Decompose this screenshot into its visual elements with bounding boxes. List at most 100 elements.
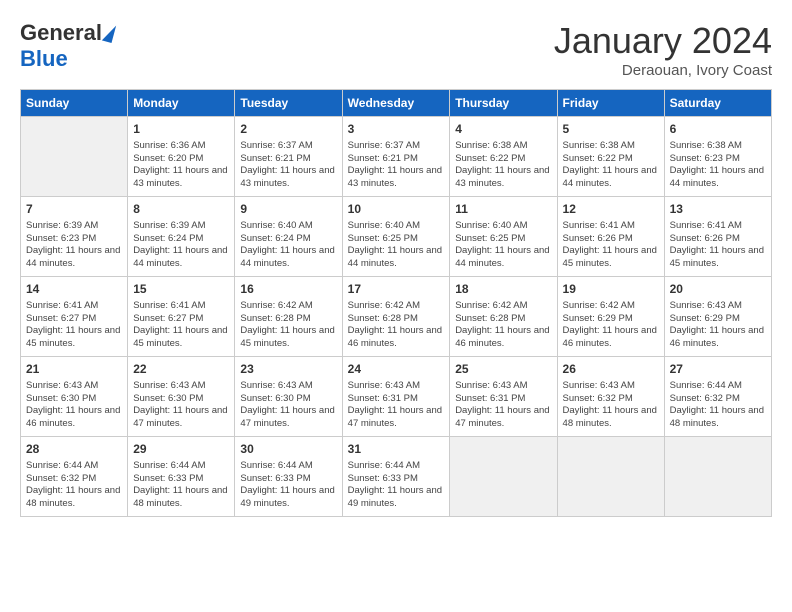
calendar-header-row: SundayMondayTuesdayWednesdayThursdayFrid…	[21, 90, 772, 117]
calendar-cell: 24 Sunrise: 6:43 AMSunset: 6:31 PMDayligh…	[342, 357, 450, 437]
calendar-cell: 29 Sunrise: 6:44 AMSunset: 6:33 PMDayligh…	[128, 437, 235, 517]
calendar-cell: 4 Sunrise: 6:38 AMSunset: 6:22 PMDaylight…	[450, 117, 557, 197]
calendar-cell: 26 Sunrise: 6:43 AMSunset: 6:32 PMDayligh…	[557, 357, 664, 437]
calendar-cell: 18Sunrise: 6:42 AMSunset: 6:28 PMDayligh…	[450, 277, 557, 357]
calendar-week-row: 1Sunrise: 6:36 AMSunset: 6:20 PMDaylight…	[21, 117, 772, 197]
day-number: 10	[348, 201, 445, 218]
calendar-cell: 15Sunrise: 6:41 AMSunset: 6:27 PMDayligh…	[128, 277, 235, 357]
day-number: 21	[26, 361, 122, 378]
day-number: 7	[26, 201, 122, 218]
day-info: Sunrise: 6:38 AMSunset: 6:22 PMDaylight:…	[563, 140, 659, 191]
calendar-cell: 9Sunrise: 6:40 AMSunset: 6:24 PMDaylight…	[235, 197, 342, 277]
calendar-week-row: 28Sunrise: 6:44 AMSunset: 6:32 PMDayligh…	[21, 437, 772, 517]
daylight-text: Daylight: 11 hours and 46 minutes.	[26, 405, 122, 431]
calendar-week-row: 21Sunrise: 6:43 AMSunset: 6:30 PMDayligh…	[21, 357, 772, 437]
day-info: Sunrise: 6:44 AMSunset: 6:32 PMDaylight:…	[26, 460, 122, 511]
day-info: Sunrise: 6:42 AMSunset: 6:28 PMDaylight:…	[240, 300, 336, 351]
day-info: Sunrise: 6:44 AMSunset: 6:33 PMDaylight:…	[133, 460, 229, 511]
day-info: Sunrise: 6:42 AMSunset: 6:29 PMDaylight:…	[563, 300, 659, 351]
sunset-text: Sunset: 6:22 PM	[563, 153, 659, 166]
day-of-week-header: Wednesday	[342, 90, 450, 117]
day-info: Sunrise: 6:38 AMSunset: 6:22 PMDaylight:…	[455, 140, 551, 191]
calendar-cell	[21, 117, 128, 197]
sunrise-text: Sunrise: 6:40 AM	[348, 220, 445, 233]
logo-general-text: General	[20, 20, 102, 46]
sunset-text: Sunset: 6:24 PM	[133, 233, 229, 246]
calendar-cell: 17Sunrise: 6:42 AMSunset: 6:28 PMDayligh…	[342, 277, 450, 357]
daylight-text: Daylight: 11 hours and 49 minutes.	[240, 485, 336, 511]
calendar-cell: 2Sunrise: 6:37 AMSunset: 6:21 PMDaylight…	[235, 117, 342, 197]
day-info: Sunrise: 6:41 AMSunset: 6:26 PMDaylight:…	[670, 220, 766, 271]
calendar-cell: 23Sunrise: 6:43 AMSunset: 6:30 PMDayligh…	[235, 357, 342, 437]
calendar-cell: 25Sunrise: 6:43 AMSunset: 6:31 PMDayligh…	[450, 357, 557, 437]
day-info: Sunrise: 6:43 AMSunset: 6:30 PMDaylight:…	[240, 380, 336, 431]
sunrise-text: Sunrise: 6:42 AM	[348, 300, 445, 313]
page-header: General Blue January 2024 Deraouan, Ivor…	[20, 20, 772, 79]
sunset-text: Sunset: 6:33 PM	[240, 473, 336, 486]
day-number: 24	[348, 361, 445, 378]
sunrise-text: Sunrise: 6:43 AM	[348, 380, 445, 393]
sunrise-text: Sunrise: 6:43 AM	[26, 380, 122, 393]
sunrise-text: Sunrise: 6:43 AM	[563, 380, 659, 393]
sunset-text: Sunset: 6:30 PM	[26, 393, 122, 406]
daylight-text: Daylight: 11 hours and 47 minutes.	[240, 405, 336, 431]
sunset-text: Sunset: 6:25 PM	[348, 233, 445, 246]
day-info: Sunrise: 6:41 AMSunset: 6:26 PMDaylight:…	[563, 220, 659, 271]
sunrise-text: Sunrise: 6:38 AM	[670, 140, 766, 153]
sunset-text: Sunset: 6:23 PM	[26, 233, 122, 246]
calendar-cell: 6 Sunrise: 6:38 AMSunset: 6:23 PMDaylight…	[664, 117, 771, 197]
day-info: Sunrise: 6:42 AMSunset: 6:28 PMDaylight:…	[348, 300, 445, 351]
day-of-week-header: Sunday	[21, 90, 128, 117]
day-number: 6	[670, 121, 766, 138]
sunrise-text: Sunrise: 6:44 AM	[240, 460, 336, 473]
day-number: 14	[26, 281, 122, 298]
day-of-week-header: Tuesday	[235, 90, 342, 117]
day-info: Sunrise: 6:44 AMSunset: 6:32 PMDaylight:…	[670, 380, 766, 431]
calendar-cell: 1Sunrise: 6:36 AMSunset: 6:20 PMDaylight…	[128, 117, 235, 197]
sunset-text: Sunset: 6:26 PM	[563, 233, 659, 246]
sunrise-text: Sunrise: 6:37 AM	[348, 140, 445, 153]
sunrise-text: Sunrise: 6:43 AM	[455, 380, 551, 393]
sunset-text: Sunset: 6:27 PM	[133, 313, 229, 326]
day-number: 11	[455, 201, 551, 218]
day-number: 4	[455, 121, 551, 138]
day-info: Sunrise: 6:41 AMSunset: 6:27 PMDaylight:…	[26, 300, 122, 351]
sunset-text: Sunset: 6:28 PM	[240, 313, 336, 326]
calendar-cell: 21 Sunrise: 6:43 AMSunset: 6:30 PMDayligh…	[21, 357, 128, 437]
sunrise-text: Sunrise: 6:41 AM	[26, 300, 122, 313]
day-number: 29	[133, 441, 229, 458]
sunrise-text: Sunrise: 6:42 AM	[455, 300, 551, 313]
day-info: Sunrise: 6:43 AMSunset: 6:29 PMDaylight:…	[670, 300, 766, 351]
daylight-text: Daylight: 11 hours and 45 minutes.	[670, 245, 766, 271]
sunset-text: Sunset: 6:23 PM	[670, 153, 766, 166]
sunrise-text: Sunrise: 6:42 AM	[563, 300, 659, 313]
day-info: Sunrise: 6:43 AMSunset: 6:31 PMDaylight:…	[348, 380, 445, 431]
daylight-text: Daylight: 11 hours and 44 minutes.	[670, 165, 766, 191]
day-number: 18	[455, 281, 551, 298]
day-number: 26	[563, 361, 659, 378]
day-number: 15	[133, 281, 229, 298]
title-block: January 2024 Deraouan, Ivory Coast	[554, 20, 772, 79]
sunset-text: Sunset: 6:32 PM	[563, 393, 659, 406]
daylight-text: Daylight: 11 hours and 44 minutes.	[26, 245, 122, 271]
sunset-text: Sunset: 6:21 PM	[240, 153, 336, 166]
daylight-text: Daylight: 11 hours and 47 minutes.	[455, 405, 551, 431]
day-number: 13	[670, 201, 766, 218]
sunset-text: Sunset: 6:31 PM	[348, 393, 445, 406]
sunset-text: Sunset: 6:21 PM	[348, 153, 445, 166]
daylight-text: Daylight: 11 hours and 45 minutes.	[240, 325, 336, 351]
day-info: Sunrise: 6:40 AMSunset: 6:25 PMDaylight:…	[348, 220, 445, 271]
day-of-week-header: Thursday	[450, 90, 557, 117]
sunset-text: Sunset: 6:33 PM	[133, 473, 229, 486]
day-of-week-header: Saturday	[664, 90, 771, 117]
day-number: 1	[133, 121, 229, 138]
calendar-cell	[450, 437, 557, 517]
calendar-cell: 22Sunrise: 6:43 AMSunset: 6:30 PMDayligh…	[128, 357, 235, 437]
day-info: Sunrise: 6:40 AMSunset: 6:25 PMDaylight:…	[455, 220, 551, 271]
sunset-text: Sunset: 6:32 PM	[670, 393, 766, 406]
day-number: 16	[240, 281, 336, 298]
day-info: Sunrise: 6:43 AMSunset: 6:32 PMDaylight:…	[563, 380, 659, 431]
daylight-text: Daylight: 11 hours and 48 minutes.	[133, 485, 229, 511]
calendar-week-row: 7Sunrise: 6:39 AMSunset: 6:23 PMDaylight…	[21, 197, 772, 277]
daylight-text: Daylight: 11 hours and 48 minutes.	[563, 405, 659, 431]
